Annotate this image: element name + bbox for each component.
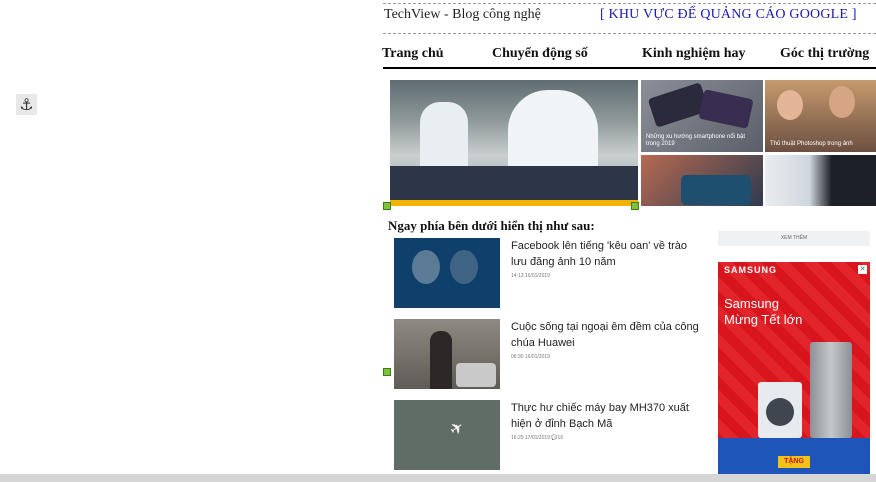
tile-device-graphic (681, 175, 751, 205)
ad-fridge-image (810, 342, 852, 438)
featured-tile-photoshop[interactable]: Thủ thuật Photoshop trong ảnh (765, 80, 876, 152)
featured-tile-smartphone[interactable]: Những xu hướng smartphone nổi bật trong … (641, 80, 763, 152)
thumb-face-left (412, 250, 440, 284)
close-icon[interactable]: ✕ (858, 265, 867, 274)
tile-phone-graphic-2 (698, 89, 754, 129)
top-divider (383, 3, 876, 4)
header-divider (383, 33, 876, 34)
horizontal-scrollbar[interactable] (0, 474, 876, 482)
plane-icon: ✈ (445, 416, 468, 440)
site-name[interactable]: TechView - Blog công nghệ (384, 7, 541, 23)
news-thumbnail[interactable] (394, 319, 500, 389)
tile-face-graphic-2 (829, 86, 855, 118)
hero-caption-strip (390, 200, 638, 206)
nav-item-good-experience[interactable]: Kinh nghiệm hay (642, 46, 745, 62)
anchor-icon[interactable]: ⚓ (16, 94, 37, 115)
thumb-car (456, 363, 496, 387)
news-item[interactable]: Cuộc sống tại ngoại êm đềm của công chúa… (394, 319, 706, 391)
resize-handle[interactable] (383, 202, 391, 210)
tile-caption: Những xu hướng smartphone nổi bật trong … (646, 134, 746, 147)
news-thumbnail[interactable]: ✈ (394, 400, 500, 470)
ad-cta-badge[interactable]: TẶNG (778, 456, 810, 468)
featured-tile-dark[interactable] (765, 155, 876, 206)
tile-phone-graphic (647, 82, 710, 128)
news-title[interactable]: Thực hư chiếc máy bay MH370 xuất hiện ở … (511, 400, 706, 432)
news-thumbnail[interactable] (394, 238, 500, 308)
tile-face-graphic (777, 90, 803, 120)
news-timestamp: 14:13 16/01/2019 (511, 273, 550, 279)
hero-worker-left (420, 102, 468, 172)
ad-washer-image (758, 382, 802, 438)
nav-item-market-corner[interactable]: Góc thị trường (780, 46, 869, 62)
thumb-face-right (450, 250, 478, 284)
section-title: Ngay phía bên dưới hiển thị như sau: (388, 218, 595, 233)
news-item[interactable]: ✈ Thực hư chiếc máy bay MH370 xuất hiện … (394, 400, 706, 472)
featured-tile-phone-hand[interactable] (641, 155, 763, 206)
google-ad-slot[interactable]: [ KHU VỰC ĐỂ QUẢNG CÁO GOOGLE ] (600, 7, 857, 23)
ad-headline-line2: Mừng Tết lớn (724, 312, 803, 327)
tile-caption: Thủ thuật Photoshop trong ảnh (770, 141, 853, 147)
news-timestamp: 16:29 17/01/2019 💬16 (511, 435, 564, 441)
ad-headline: Samsung Mừng Tết lớn (724, 296, 802, 328)
main-nav: Trang chủ Chuyển động số Kinh nghiệm hay… (380, 46, 876, 68)
featured-hero-image[interactable] (390, 80, 638, 206)
news-item[interactable]: Facebook lên tiếng 'kêu oan' về trào lưu… (394, 238, 706, 310)
nav-item-digital-movement[interactable]: Chuyển động số (492, 46, 588, 62)
nav-item-home[interactable]: Trang chủ (382, 46, 444, 62)
thumb-person (430, 331, 452, 389)
nav-underline (383, 67, 876, 69)
news-title[interactable]: Cuộc sống tại ngoại êm đềm của công chúa… (511, 319, 706, 351)
samsung-ad-banner[interactable]: SAMSUNG ✕ Samsung Mừng Tết lớn TẶNG (718, 262, 870, 474)
resize-handle[interactable] (383, 368, 391, 376)
news-title[interactable]: Facebook lên tiếng 'kêu oan' về trào lưu… (511, 238, 706, 270)
ad-washer-drum (766, 398, 794, 426)
ad-brand-logo: SAMSUNG (724, 265, 778, 275)
see-more-button[interactable]: XEM THÊM (718, 231, 870, 246)
resize-handle[interactable] (631, 202, 639, 210)
news-timestamp: 06:30 16/01/2019 (511, 354, 550, 360)
ad-headline-line1: Samsung (724, 296, 779, 311)
